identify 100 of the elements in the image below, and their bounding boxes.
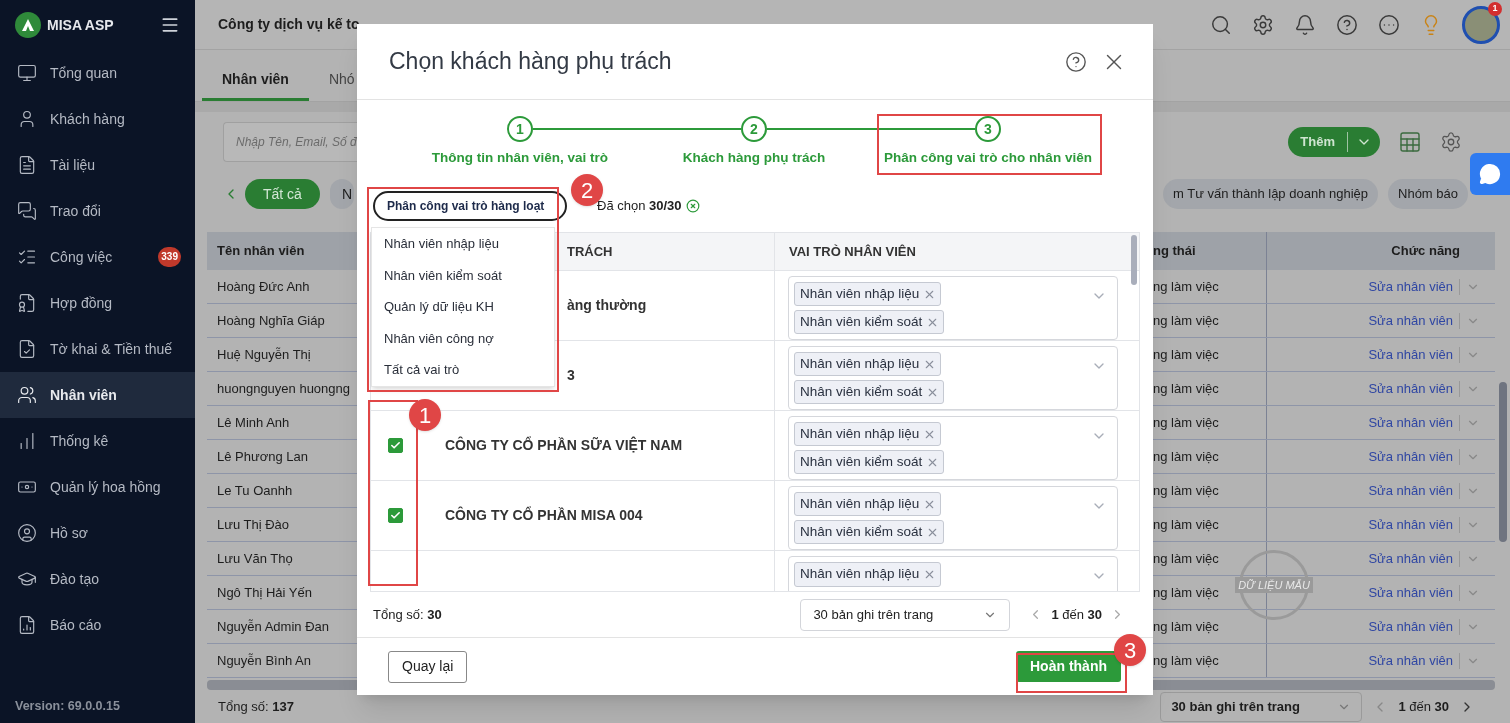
menu-item-icon bbox=[17, 293, 37, 313]
table-cell-text: Lê Phương Lan bbox=[216, 447, 309, 466]
table-cell-text: Nguyễn Admin Đan bbox=[216, 617, 330, 636]
edit-link[interactable]: Sửa nhân viên bbox=[1368, 548, 1453, 569]
spreadsheet-icon[interactable] bbox=[1398, 130, 1422, 154]
page-size-select[interactable]: 30 bản ghi trên trang bbox=[800, 598, 1011, 631]
add-button[interactable]: Thêm bbox=[1288, 127, 1380, 157]
role-tag: Nhân viên nhập liệu bbox=[794, 422, 942, 446]
role-select[interactable]: Nhân viên nhập liệu Nhân viên kiểm soát bbox=[788, 416, 1118, 480]
avatar[interactable] bbox=[1462, 5, 1500, 44]
edit-link[interactable]: Sửa nhân viên bbox=[1368, 650, 1453, 671]
table-cell-text: ng làm việc bbox=[1153, 413, 1219, 432]
table-cell-text: ng làm việc bbox=[1153, 481, 1219, 500]
role-select[interactable]: Nhân viên nhập liệu bbox=[788, 556, 1118, 591]
table-cell-text: ng làm việc bbox=[1153, 583, 1219, 602]
help-icon[interactable] bbox=[1065, 50, 1087, 73]
settings-icon[interactable] bbox=[1440, 131, 1462, 153]
total-count: Tổng số: 137 bbox=[218, 697, 294, 716]
finish-button[interactable]: Hoàn thành bbox=[1016, 651, 1121, 682]
column-header: TRÁCH bbox=[567, 242, 613, 261]
table-cell-text: huongnguyen huongng bbox=[216, 379, 352, 398]
menu-item[interactable]: Tất cả vai trò bbox=[372, 354, 554, 386]
sidebar-item[interactable]: Đào tạo bbox=[0, 556, 195, 602]
step-number: 2 bbox=[741, 116, 767, 142]
table-cell-text: Lê Minh Anh bbox=[216, 413, 291, 432]
menu-item[interactable]: Nhân viên công nợ bbox=[372, 322, 554, 355]
brand-name: MISA ASP bbox=[47, 15, 114, 35]
count-badge: 339 bbox=[158, 247, 181, 267]
role-tag: Nhân viên nhập liệu bbox=[794, 562, 942, 587]
logo-icon bbox=[15, 12, 41, 38]
edit-link[interactable]: Sửa nhân viên bbox=[1368, 446, 1453, 467]
sidebar-item[interactable]: Tổng quan bbox=[0, 50, 195, 96]
clear-selection-icon[interactable] bbox=[685, 199, 700, 213]
table-cell-text: Nguyễn Bình An bbox=[216, 651, 312, 670]
filter-chip[interactable]: m Tư vấn thành lập doanh nghiệp bbox=[1163, 179, 1378, 209]
edit-link[interactable]: Sửa nhân viên bbox=[1368, 480, 1453, 501]
menu-item-icon bbox=[17, 339, 37, 359]
version-label: Version: 69.0.0.15 bbox=[14, 697, 121, 715]
chat-button[interactable] bbox=[1470, 153, 1510, 195]
search-icon[interactable] bbox=[1210, 13, 1232, 36]
page-size-select[interactable]: 30 bản ghi trên trang bbox=[1160, 691, 1363, 722]
menu-item[interactable]: Quản lý dữ liệu KH bbox=[372, 291, 554, 323]
edit-link[interactable]: Sửa nhân viên bbox=[1368, 276, 1453, 297]
role-select[interactable]: Nhân viên nhập liệu Nhân viên kiểm soát bbox=[788, 276, 1118, 340]
filter-chip[interactable]: N bbox=[329, 179, 355, 209]
sidebar-item[interactable]: Khách hàng bbox=[0, 96, 195, 142]
role-select[interactable]: Nhân viên nhập liệu Nhân viên kiểm soát bbox=[788, 346, 1118, 410]
table-cell-text: ng làm việc bbox=[1153, 515, 1219, 534]
sidebar-item[interactable]: Hồ sơ bbox=[0, 510, 195, 556]
edit-link[interactable]: Sửa nhân viên bbox=[1368, 412, 1453, 433]
bulk-assign-button[interactable]: Phân công vai trò hàng loạt bbox=[373, 191, 567, 221]
table-cell-text: ng làm việc bbox=[1153, 549, 1219, 568]
sidebar-item[interactable]: Thống kê bbox=[0, 418, 195, 464]
sidebar-item[interactable]: Công việc 339 bbox=[0, 234, 195, 280]
bell-icon[interactable] bbox=[1294, 13, 1316, 36]
dialog-title: Chọn khách hàng phụ trách bbox=[389, 47, 672, 77]
column-header: Tên nhân viên bbox=[216, 242, 306, 261]
search-field[interactable]: Nhập Tên, Email, Số đ bbox=[223, 122, 357, 162]
help-icon[interactable] bbox=[1336, 13, 1358, 36]
filter-chip[interactable]: Tất cả bbox=[245, 179, 320, 209]
table-cell-text: ng làm việc bbox=[1153, 651, 1219, 670]
sidebar-item[interactable]: Hợp đồng bbox=[0, 280, 195, 326]
table-cell-text: ng làm việc bbox=[1153, 379, 1219, 398]
column-header: Chức năng bbox=[1390, 242, 1461, 261]
menu-item[interactable]: Nhân viên kiểm soát bbox=[372, 259, 554, 292]
menu-item[interactable]: Nhân viên nhập liệu bbox=[372, 228, 554, 260]
more-icon[interactable] bbox=[1378, 13, 1400, 36]
edit-link[interactable]: Sửa nhân viên bbox=[1368, 514, 1453, 535]
table-cell-text: Hoàng Đức Anh bbox=[216, 277, 311, 296]
table-cell-text: Huệ Nguyễn Thị bbox=[216, 345, 312, 364]
sidebar-item[interactable]: Nhân viên bbox=[0, 372, 195, 418]
menu-icon[interactable] bbox=[160, 15, 180, 35]
page-range: 1 đến 30 bbox=[1398, 697, 1449, 716]
checkbox[interactable] bbox=[387, 438, 403, 453]
role-tag: Nhân viên kiểm soát bbox=[794, 380, 945, 404]
edit-link[interactable]: Sửa nhân viên bbox=[1368, 616, 1453, 637]
checkbox[interactable] bbox=[387, 508, 403, 523]
edit-link[interactable]: Sửa nhân viên bbox=[1368, 310, 1453, 331]
edit-link[interactable]: Sửa nhân viên bbox=[1368, 582, 1453, 603]
sidebar-item[interactable]: Quản lý hoa hồng bbox=[0, 464, 195, 510]
menu-item-icon bbox=[17, 385, 37, 405]
sidebar-item[interactable]: Trao đổi bbox=[0, 188, 195, 234]
check-icon bbox=[389, 510, 401, 521]
role-select[interactable]: Nhân viên nhập liệu Nhân viên kiểm soát bbox=[788, 486, 1118, 550]
edit-link[interactable]: Sửa nhân viên bbox=[1368, 344, 1453, 365]
sidebar-item[interactable]: Tờ khai & Tiền thuế bbox=[0, 326, 195, 372]
table-cell-text: Lưu Văn Thọ bbox=[216, 549, 294, 568]
filter-chip[interactable]: Nhóm báo bbox=[1388, 179, 1468, 209]
role-tag: Nhân viên nhập liệu bbox=[794, 352, 942, 376]
settings-icon[interactable] bbox=[1252, 13, 1274, 36]
edit-link[interactable]: Sửa nhân viên bbox=[1368, 378, 1453, 399]
role-tag: Nhân viên kiểm soát bbox=[794, 450, 945, 474]
sidebar-item[interactable]: Báo cáo bbox=[0, 602, 195, 648]
sidebar-item[interactable]: Tài liệu bbox=[0, 142, 195, 188]
back-button[interactable]: Quay lại bbox=[388, 650, 468, 683]
page-range: 1 đến 30 bbox=[1051, 605, 1102, 624]
table-cell-text: 3 bbox=[567, 366, 575, 385]
table-cell-text: CÔNG TY CỔ PHẦN SỮA VIỆT NAM bbox=[445, 435, 683, 455]
step-label: Thông tin nhân viên, vai trò bbox=[431, 149, 609, 167]
table-cell-text: Le Tu Oanhh bbox=[216, 481, 294, 500]
